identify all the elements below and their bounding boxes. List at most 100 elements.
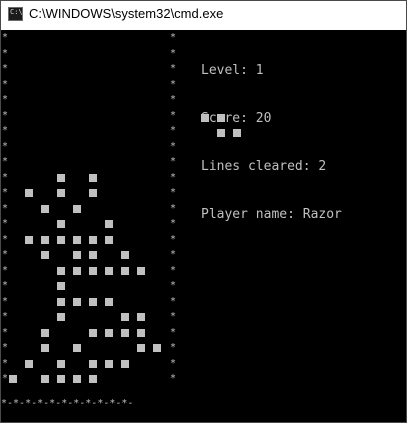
left-wall-char: *	[1, 63, 9, 74]
title-bar[interactable]: C:\ C:\WINDOWS\system32\cmd.exe	[1, 1, 406, 31]
board-block	[137, 313, 145, 321]
board-block	[121, 313, 129, 321]
right-wall-char: *	[169, 202, 177, 214]
right-wall-char: *	[169, 295, 177, 307]
board-block	[121, 251, 129, 259]
board-block	[105, 359, 113, 368]
board-block	[73, 235, 81, 244]
right-wall-char: *	[169, 249, 177, 260]
board-block	[73, 375, 81, 383]
left-wall-char: *	[1, 373, 9, 384]
next-piece-block	[217, 129, 225, 137]
left-wall-char: *	[1, 295, 9, 307]
board-block	[121, 359, 129, 368]
board-block	[25, 359, 33, 368]
board-block	[137, 328, 145, 337]
board-block	[73, 297, 81, 306]
board-block	[57, 297, 65, 306]
right-wall-char: *	[169, 357, 177, 369]
board-block	[89, 375, 97, 383]
board-block	[57, 189, 65, 197]
left-wall-char: *	[1, 233, 9, 245]
board-block	[89, 189, 97, 197]
right-wall-char: *	[169, 125, 177, 136]
right-wall-char: *	[169, 78, 177, 90]
left-wall-char: *	[1, 94, 9, 105]
board-block	[57, 173, 65, 182]
left-wall-char: *	[1, 109, 9, 121]
right-wall-char: *	[169, 63, 177, 74]
left-wall-char: *	[1, 357, 9, 369]
board-block	[105, 235, 113, 244]
right-wall-char: *	[169, 311, 177, 322]
console-area[interactable]: * * * * * * * * * * * * * * * * * * * * * * * * * * * * * * * * * * * * * * * *…	[1, 30, 406, 422]
right-wall-char: *	[169, 109, 177, 121]
right-wall-char: *	[169, 342, 177, 353]
board-block	[73, 251, 81, 259]
left-wall-char: *	[1, 311, 9, 322]
right-wall-char: *	[169, 280, 177, 291]
board-block	[9, 375, 17, 383]
left-wall-char: *	[1, 47, 9, 59]
board-block	[57, 235, 65, 244]
hud: Level: 1 Score: 20 Lines cleared: 2 Play…	[201, 31, 342, 255]
right-wall-char: *	[169, 94, 177, 105]
board-block	[41, 235, 49, 244]
board-block	[73, 204, 81, 213]
board-block	[57, 220, 65, 228]
board-block	[121, 266, 129, 275]
board-block	[73, 344, 81, 352]
board-block	[137, 344, 145, 352]
left-wall-char: *	[1, 326, 9, 338]
board-block	[105, 297, 113, 306]
right-wall-char: *	[169, 373, 177, 384]
board-block	[41, 251, 49, 259]
right-wall-char: *	[169, 156, 177, 167]
board-block	[41, 375, 49, 383]
cmd-icon: C:\	[8, 7, 23, 21]
left-wall-char: *	[1, 187, 9, 198]
next-piece-block	[217, 114, 225, 122]
next-piece-block	[201, 114, 209, 122]
right-wall-char: *	[169, 171, 177, 183]
player-name-label: Player name: Razor	[201, 207, 342, 222]
left-wall-char: *	[1, 342, 9, 353]
left-wall-char: *	[1, 264, 9, 276]
board-block	[89, 251, 97, 259]
board-block	[121, 328, 129, 337]
board-block	[57, 359, 65, 368]
right-wall-char: *	[169, 140, 177, 152]
right-wall-char: *	[169, 218, 177, 229]
board-block	[57, 266, 65, 275]
board-block	[41, 204, 49, 213]
right-wall-char: *	[169, 47, 177, 59]
left-wall-char: *	[1, 280, 9, 291]
next-piece-block	[233, 129, 241, 137]
cmd-icon-text: C:\	[10, 8, 23, 16]
window-title: C:\WINDOWS\system32\cmd.exe	[29, 6, 224, 21]
board-block	[105, 328, 113, 337]
left-wall-char: *	[1, 78, 9, 90]
level-label: Level: 1	[201, 63, 264, 78]
board-block	[73, 266, 81, 275]
board-block	[89, 297, 97, 306]
left-wall-char: *	[1, 202, 9, 214]
board-block	[105, 266, 113, 275]
board-block	[57, 375, 65, 383]
board-block	[153, 344, 161, 352]
left-wall-char: *	[1, 125, 9, 136]
board-block	[89, 359, 97, 368]
board-block	[41, 328, 49, 337]
lines-cleared-label: Lines cleared: 2	[201, 159, 327, 174]
board-block	[25, 235, 33, 244]
board-block	[25, 189, 33, 197]
board-block	[89, 173, 97, 182]
board-block	[89, 266, 97, 275]
board-floor: *-*-*-*-*-*-*-*-*-*-*-	[1, 398, 134, 409]
board-block	[89, 235, 97, 244]
right-wall-char: *	[169, 264, 177, 276]
left-wall-char: *	[1, 171, 9, 183]
right-wall-char: *	[169, 233, 177, 245]
right-wall-char: *	[169, 32, 177, 43]
board-block	[41, 344, 49, 352]
